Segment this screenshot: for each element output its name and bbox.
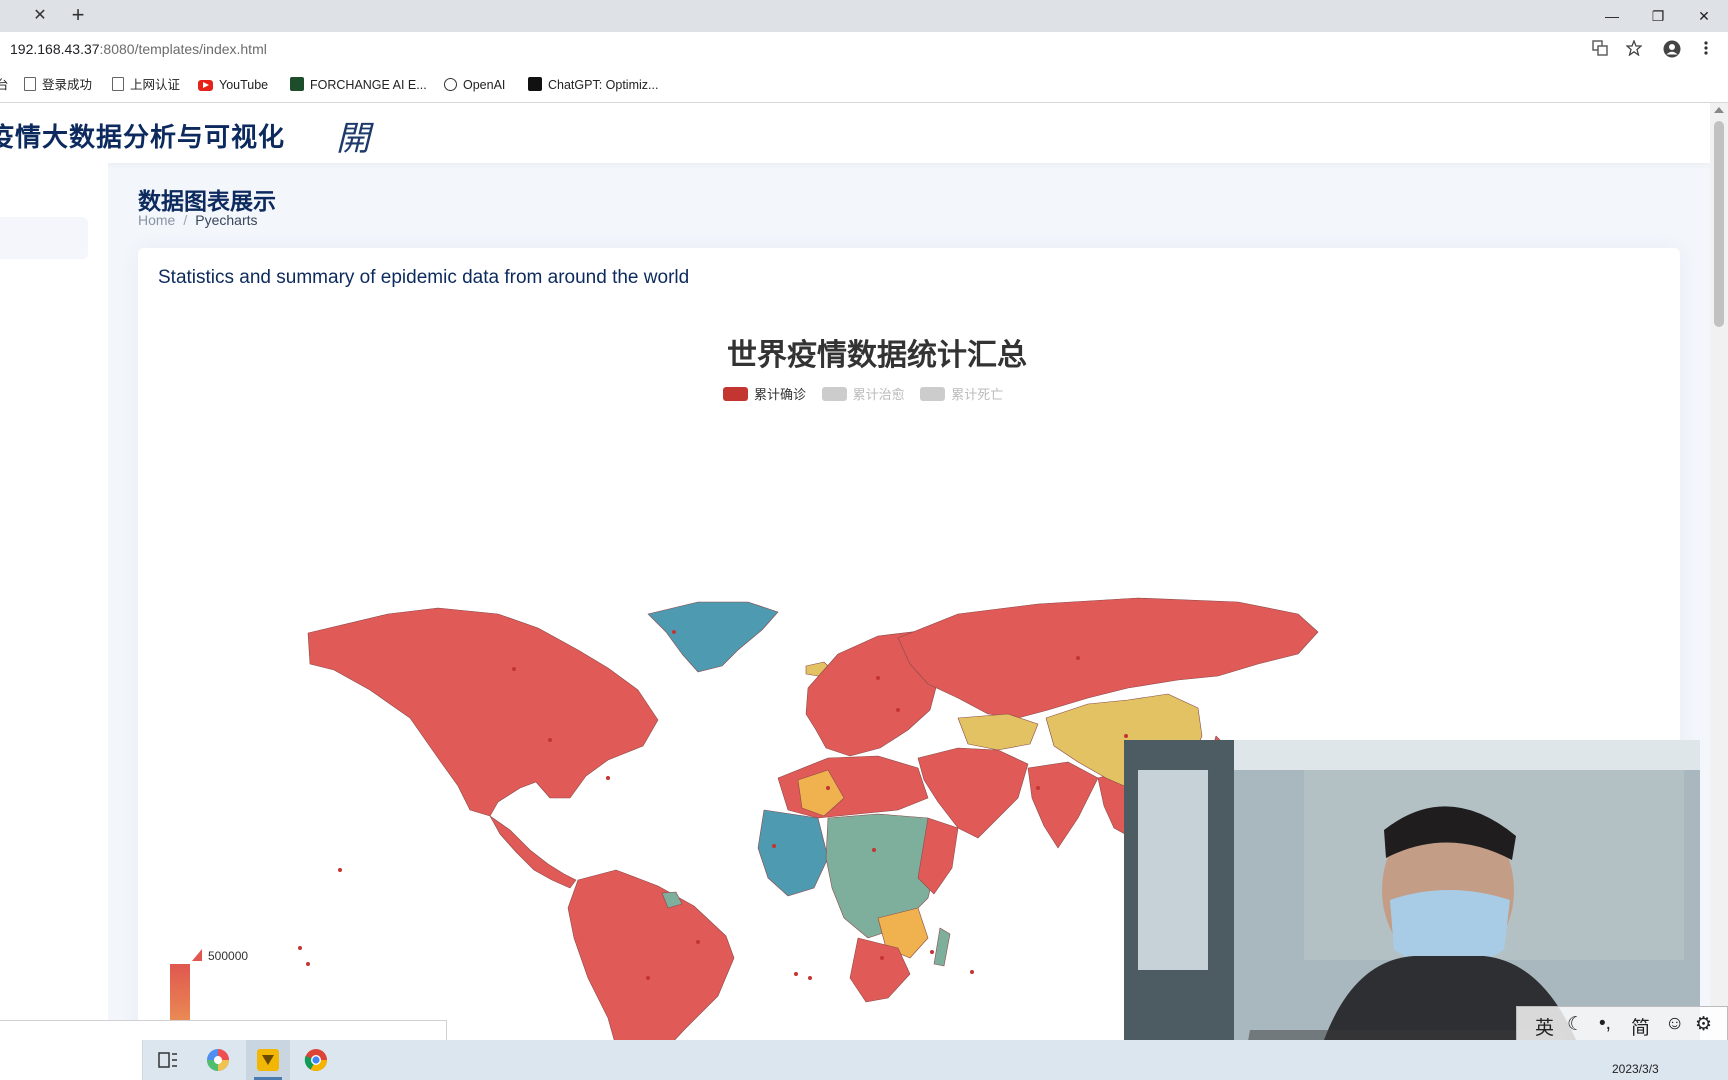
site-title: 疫情大数据分析与可视化	[0, 122, 286, 152]
page-icon	[112, 77, 124, 91]
card-title: Statistics and summary of epidemic data …	[158, 267, 690, 288]
bookmark-login-success[interactable]: 登录成功	[24, 76, 92, 94]
close-window-button[interactable]: ✕	[1686, 4, 1722, 28]
profile-avatar-icon[interactable]	[1662, 40, 1682, 60]
new-tab-button[interactable]: +	[66, 4, 90, 28]
openai-icon	[444, 78, 457, 91]
colorful-app-icon[interactable]	[206, 1048, 230, 1072]
scroll-up-arrow-icon[interactable]	[1714, 107, 1724, 113]
scroll-thumb[interactable]	[1714, 121, 1724, 327]
taskbar-active-app[interactable]	[246, 1040, 290, 1080]
address-bar[interactable]: 192.168.43.37:8080/templates/index.html	[0, 32, 1728, 69]
bookmark-chatgpt[interactable]: ChatGPT: Optimiz...	[528, 76, 658, 94]
tab-close-icon[interactable]: ✕	[30, 6, 50, 26]
url-text[interactable]: 192.168.43.37:8080/templates/index.html	[10, 41, 267, 57]
site-header: 疫情大数据分析与可视化 開	[0, 103, 1710, 163]
region-greenland	[647, 601, 779, 673]
region-russia	[897, 597, 1319, 719]
legend-item-cured[interactable]: 累计治愈	[821, 384, 905, 403]
task-view-icon[interactable]	[156, 1048, 180, 1072]
restore-button[interactable]: ❐	[1640, 4, 1676, 28]
yellow-app-icon	[256, 1048, 280, 1072]
legend-swatch	[723, 387, 748, 401]
youtube-icon	[198, 80, 213, 91]
breadcrumb-home[interactable]: Home	[138, 212, 175, 228]
legend-item-deaths[interactable]: 累计死亡	[920, 384, 1003, 403]
ime-script-toggle[interactable]: 简	[1631, 1013, 1650, 1040]
bookmark-star-icon[interactable]	[1624, 39, 1644, 60]
breadcrumb-current: Pyecharts	[195, 212, 258, 228]
punctuation-icon[interactable]: •,	[1599, 1013, 1611, 1035]
menu-toggle-icon[interactable]: 開	[336, 111, 370, 160]
taskbar-search-box[interactable]	[0, 1040, 143, 1080]
bookmark-youtube[interactable]: YouTube	[198, 76, 268, 94]
moon-icon[interactable]: ☾	[1567, 1013, 1584, 1036]
breadcrumb-separator: /	[183, 212, 188, 228]
url-path: :8080/templates/index.html	[99, 41, 267, 57]
region-madagascar	[933, 927, 951, 967]
bookmark-forchange[interactable]: FORCHANGE AI E...	[290, 76, 427, 94]
region-north-america	[307, 607, 659, 817]
sidebar-item-active[interactable]	[0, 217, 88, 259]
ime-lang-toggle[interactable]: 英	[1535, 1013, 1554, 1040]
minimize-button[interactable]: —	[1594, 4, 1630, 28]
region-central-asia	[957, 713, 1039, 751]
page-title: 数据图表展示	[138, 188, 276, 214]
settings-gear-icon[interactable]: ⚙	[1695, 1013, 1712, 1036]
emoji-icon[interactable]: ☺	[1665, 1013, 1684, 1035]
bookmark-net-auth[interactable]: 上网认证	[112, 76, 180, 94]
browser-tab-strip: ✕ + — ❐ ✕	[0, 0, 1728, 32]
page-scrollbar[interactable]	[1710, 103, 1728, 1043]
visual-map-handle-icon[interactable]	[192, 949, 202, 961]
windows-taskbar: 2023/3/3	[0, 1040, 1728, 1080]
region-south-asia	[1027, 761, 1099, 849]
bookmark-openai[interactable]: OpenAI	[444, 76, 505, 94]
breadcrumb: Home / Pyecharts	[138, 212, 258, 228]
bookmark-partial[interactable]: 台	[0, 76, 9, 94]
chatgpt-icon	[528, 77, 542, 91]
legend-swatch	[920, 387, 946, 401]
legend-item-confirmed[interactable]: 累计确诊	[723, 384, 806, 403]
translate-icon[interactable]	[1590, 40, 1610, 60]
chrome-icon[interactable]	[304, 1048, 328, 1072]
legend-swatch	[821, 387, 847, 401]
page-icon	[24, 77, 36, 91]
taskbar-date: 2023/3/3	[1612, 1062, 1659, 1076]
browser-menu-icon[interactable]	[1696, 40, 1716, 60]
region-africa-west	[757, 809, 829, 897]
region-central-america	[489, 815, 577, 889]
chart-legend: 累计确诊 累计治愈 累计死亡	[723, 384, 1015, 402]
sidebar	[0, 163, 108, 1043]
visual-map-max-label: 500000	[208, 949, 249, 963]
forchange-icon	[290, 77, 304, 91]
chart-title: 世界疫情数据统计汇总	[727, 339, 1027, 372]
bookmarks-bar: 台 登录成功 上网认证 YouTube FORCHANGE AI E... Op…	[0, 68, 1728, 103]
region-south-america	[567, 869, 735, 1048]
ime-toolbar: 英 ☾ •, 简 ☺ ⚙	[1516, 1006, 1728, 1042]
url-host: 192.168.43.37	[10, 41, 100, 57]
